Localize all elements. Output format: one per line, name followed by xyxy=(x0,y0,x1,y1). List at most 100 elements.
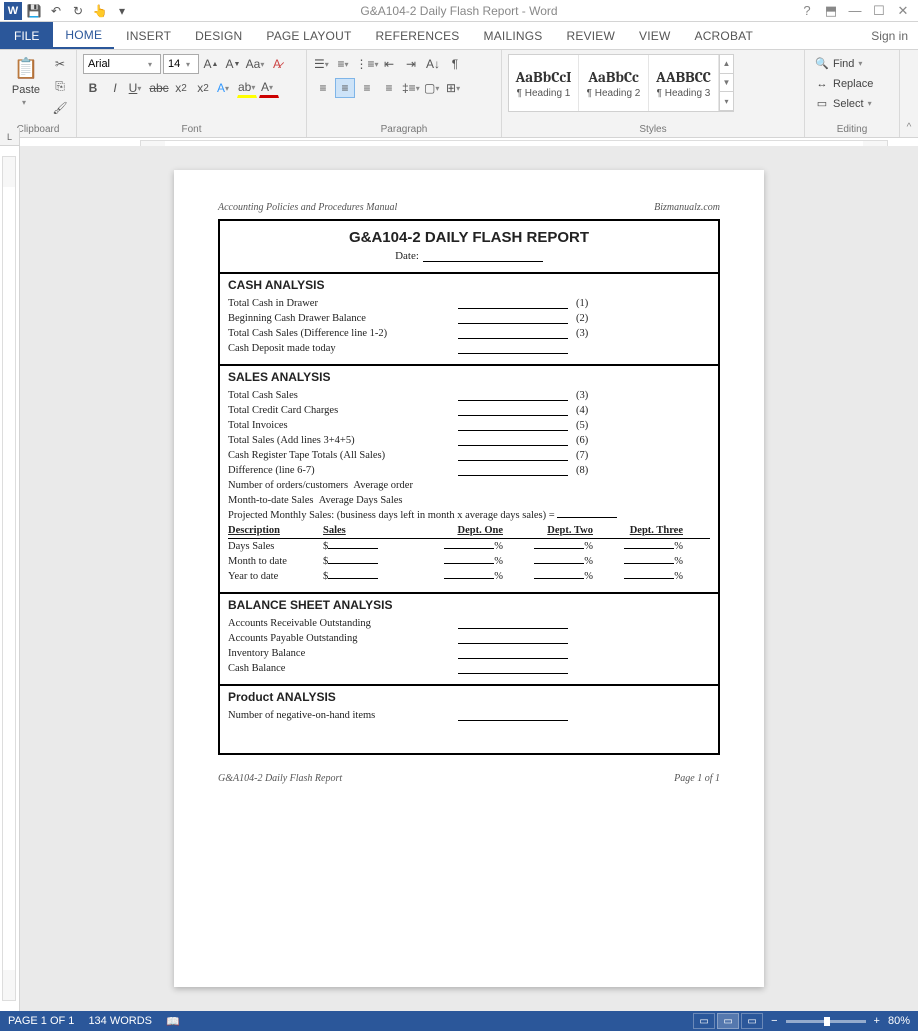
page-header: Accounting Policies and Procedures Manua… xyxy=(218,202,720,213)
tab-view[interactable]: VIEW xyxy=(627,22,682,49)
bullets-button[interactable]: ☰▾ xyxy=(313,54,333,74)
italic-button[interactable]: I xyxy=(105,78,125,98)
save-button[interactable]: 💾 xyxy=(24,2,44,20)
text-effects-button[interactable]: A▾ xyxy=(215,78,235,98)
word-count[interactable]: 134 WORDS xyxy=(88,1015,152,1027)
font-color-button[interactable]: A▾ xyxy=(259,78,279,98)
section-product: Product ANALYSIS Number of negative-on-h… xyxy=(220,684,718,753)
group-styles: AaBbCcI ¶ Heading 1 AaBbCc ¶ Heading 2 A… xyxy=(502,50,805,137)
touch-mode-button[interactable]: 👆 xyxy=(90,2,110,20)
section-sales: SALES ANALYSIS Total Cash Sales(3) Total… xyxy=(220,364,718,592)
multilevel-list-button[interactable]: ⋮≡▾ xyxy=(357,54,377,74)
replace-icon: ↔ xyxy=(815,78,829,90)
read-mode-button[interactable]: ▭ xyxy=(693,1013,715,1029)
zoom-in-button[interactable]: + xyxy=(874,1015,880,1027)
gallery-arrows: ▲ ▼ ▾ xyxy=(719,55,733,111)
view-buttons: ▭ ▭ ▭ xyxy=(693,1013,763,1029)
align-right-button[interactable]: ≡ xyxy=(357,78,377,98)
style-heading1[interactable]: AaBbCcI ¶ Heading 1 xyxy=(509,55,579,111)
group-font: Arial▾ 14▾ A▲ A▼ Aa▾ A̷ B I U▾ abc x2 x2… xyxy=(77,50,307,137)
tab-page-layout[interactable]: PAGE LAYOUT xyxy=(254,22,363,49)
tab-home[interactable]: HOME xyxy=(53,22,114,49)
shading-button[interactable]: ▢▾ xyxy=(423,78,443,98)
tab-mailings[interactable]: MAILINGS xyxy=(472,22,555,49)
ruler-corner: L xyxy=(0,128,20,146)
find-icon: 🔍 xyxy=(815,57,829,70)
maximize-button[interactable]: ☐ xyxy=(870,3,888,19)
subscript-button[interactable]: x2 xyxy=(171,78,191,98)
redo-button[interactable]: ↻ xyxy=(68,2,88,20)
page-indicator[interactable]: PAGE 1 OF 1 xyxy=(8,1015,74,1027)
grow-font-button[interactable]: A▲ xyxy=(201,54,221,74)
word-icon: W xyxy=(4,2,22,20)
gallery-up[interactable]: ▲ xyxy=(720,55,733,74)
tab-design[interactable]: DESIGN xyxy=(183,22,254,49)
web-layout-button[interactable]: ▭ xyxy=(741,1013,763,1029)
paste-button[interactable]: 📋 Paste ▾ xyxy=(6,54,46,107)
vertical-ruler[interactable] xyxy=(0,146,20,1011)
font-name-select[interactable]: Arial▾ xyxy=(83,54,161,74)
copy-button[interactable]: ⎘ xyxy=(50,76,70,96)
style-heading2[interactable]: AaBbCc ¶ Heading 2 xyxy=(579,55,649,111)
align-left-button[interactable]: ≡ xyxy=(313,78,333,98)
paste-icon: 📋 xyxy=(12,54,40,82)
titlebar: W 💾 ↶ ↻ 👆 ▾ G&A104-2 Daily Flash Report … xyxy=(0,0,918,22)
qat-customize[interactable]: ▾ xyxy=(112,2,132,20)
shrink-font-button[interactable]: A▼ xyxy=(223,54,243,74)
minimize-button[interactable]: — xyxy=(846,3,864,19)
zoom-out-button[interactable]: − xyxy=(771,1015,777,1027)
proofing-icon[interactable]: 📖 xyxy=(166,1015,180,1028)
styles-gallery[interactable]: AaBbCcI ¶ Heading 1 AaBbCc ¶ Heading 2 A… xyxy=(508,54,734,112)
gallery-down[interactable]: ▼ xyxy=(720,74,733,93)
font-size-select[interactable]: 14▾ xyxy=(163,54,199,74)
signin-link[interactable]: Sign in xyxy=(861,22,918,49)
select-icon: ▭ xyxy=(815,97,829,110)
replace-button[interactable]: ↔Replace xyxy=(811,74,880,93)
decrease-indent-button[interactable]: ⇤ xyxy=(379,54,399,74)
zoom-level[interactable]: 80% xyxy=(888,1015,910,1027)
document-area[interactable]: Accounting Policies and Procedures Manua… xyxy=(20,146,918,1011)
highlight-button[interactable]: ab▾ xyxy=(237,78,257,98)
tab-file[interactable]: FILE xyxy=(0,22,53,49)
tab-insert[interactable]: INSERT xyxy=(114,22,183,49)
style-heading3[interactable]: AABBCC ¶ Heading 3 xyxy=(649,55,719,111)
ribbon-options-button[interactable]: ⬒ xyxy=(822,3,840,19)
bold-button[interactable]: B xyxy=(83,78,103,98)
increase-indent-button[interactable]: ⇥ xyxy=(401,54,421,74)
tab-acrobat[interactable]: ACROBAT xyxy=(682,22,765,49)
group-label-editing: Editing xyxy=(811,122,893,135)
help-button[interactable]: ? xyxy=(798,3,816,19)
cut-button[interactable]: ✂ xyxy=(50,54,70,74)
statusbar: PAGE 1 OF 1 134 WORDS 📖 ▭ ▭ ▭ − + 80% xyxy=(0,1011,918,1031)
print-layout-button[interactable]: ▭ xyxy=(717,1013,739,1029)
ribbon: 📋 Paste ▾ ✂ ⎘ 🖌 Clipboard Arial▾ 14▾ A▲ … xyxy=(0,50,918,138)
numbering-button[interactable]: ≡▾ xyxy=(335,54,355,74)
select-button[interactable]: ▭Select▾ xyxy=(811,94,880,113)
change-case-button[interactable]: Aa▾ xyxy=(245,54,265,74)
page[interactable]: Accounting Policies and Procedures Manua… xyxy=(174,170,764,987)
window-controls: ? ⬒ — ☐ ✕ xyxy=(798,3,918,19)
find-button[interactable]: 🔍Find▾ xyxy=(811,54,880,73)
report-title: G&A104-2 DAILY FLASH REPORT xyxy=(220,221,718,250)
justify-button[interactable]: ≡ xyxy=(379,78,399,98)
collapse-ribbon-button[interactable]: ^ xyxy=(900,50,918,137)
format-painter-button[interactable]: 🖌 xyxy=(50,98,70,118)
line-spacing-button[interactable]: ‡≡▾ xyxy=(401,78,421,98)
close-button[interactable]: ✕ xyxy=(894,3,912,19)
strikethrough-button[interactable]: abc xyxy=(149,78,169,98)
sort-button[interactable]: A↓ xyxy=(423,54,443,74)
tab-review[interactable]: REVIEW xyxy=(554,22,627,49)
superscript-button[interactable]: x2 xyxy=(193,78,213,98)
show-marks-button[interactable]: ¶ xyxy=(445,54,465,74)
tab-references[interactable]: REFERENCES xyxy=(364,22,472,49)
align-center-button[interactable]: ≡ xyxy=(335,78,355,98)
borders-button[interactable]: ⊞▾ xyxy=(445,78,465,98)
gallery-more[interactable]: ▾ xyxy=(720,92,733,111)
zoom-slider[interactable] xyxy=(786,1020,866,1023)
ribbon-tabs: FILE HOME INSERT DESIGN PAGE LAYOUT REFE… xyxy=(0,22,918,50)
underline-button[interactable]: U▾ xyxy=(127,78,147,98)
undo-button[interactable]: ↶ xyxy=(46,2,66,20)
clear-formatting-button[interactable]: A̷ xyxy=(267,54,287,74)
date-row: Date: xyxy=(220,250,718,272)
section-cash: CASH ANALYSIS Total Cash in Drawer(1) Be… xyxy=(220,272,718,364)
